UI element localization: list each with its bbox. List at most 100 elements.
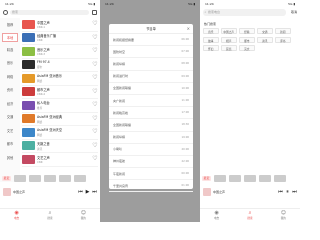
schedule-row[interactable]: 新闻纵横 08:00 [109,58,193,71]
station-row[interactable]: 经典音乐广播 CNR ♡ [22,32,98,45]
category-item[interactable]: 推荐 [0,18,20,32]
avatar-icon[interactable] [3,10,8,15]
hot-search-chip[interactable]: 经典 [239,28,255,34]
prev-icon[interactable]: ⏮ [78,189,83,195]
schedule-row[interactable]: 千里共良宵 01:00 [109,180,193,193]
schedule-row[interactable]: 神州夜航 22:00 [109,156,193,169]
station-row[interactable]: 中国之声 CNR-1 ♡ [22,18,98,32]
tab-radio[interactable]: ◉ 电台 [214,211,219,221]
tab-search[interactable]: ⌕ 搜索 [47,211,52,221]
schedule-row[interactable]: 午夜新闻 00:00 [109,168,193,181]
category-item[interactable]: 本地 [2,32,18,42]
hot-search-chip[interactable]: 音乐 [203,28,219,34]
category-item[interactable]: 交通 [0,110,20,124]
recent-item[interactable] [14,174,27,182]
hot-search-chip[interactable]: 相声 [221,36,237,43]
schedule-row[interactable]: 新闻晚高峰 17:00 [109,107,193,120]
next-icon[interactable]: ⏭ [292,189,297,195]
tab-mine[interactable]: ☺ 我的 [81,211,86,221]
favorite-heart-icon[interactable]: ♡ [92,21,98,27]
schedule-row[interactable]: 新闻纵横 19:00 [109,132,193,144]
station-logo [22,46,35,56]
favorite-heart-icon[interactable]: ♡ [92,156,98,162]
category-item[interactable]: 经济 [0,97,20,111]
hot-search-chip[interactable]: 交通 [257,28,273,34]
schedule-dialog: 节目单 × 新闻和报纸摘要 06:00 国防时空 07:00 新闻纵横 08:00 新闻进行… [109,24,193,193]
program-time: 10:00 [181,86,189,90]
program-title: 央广新闻 [113,98,126,103]
schedule-row[interactable]: 小喇叭 20:00 [109,144,193,156]
station-row[interactable]: 音乐之声 CNR-3 ♡ [22,45,98,59]
tab-search[interactable]: ⌕ 搜索 [247,211,252,221]
tab-mine[interactable]: ☺ 我的 [281,211,286,221]
station-row[interactable]: 文艺之声 CNR ♡ [22,153,98,167]
pause-icon[interactable]: ⏸ [285,189,290,195]
dialog-title: 节目单 [146,27,156,31]
station-subtitle: 网络 [37,80,43,84]
prev-icon[interactable]: ⏮ [278,189,283,195]
schedule-row[interactable]: 全国新闻联播 10:00 [109,83,193,95]
schedule-row[interactable]: 全国新闻联播 18:30 [109,119,193,132]
category-item[interactable]: 音乐 [0,56,20,70]
favorite-heart-icon[interactable]: ♡ [92,34,98,41]
hot-search-chip[interactable]: 中国之声 [221,28,237,34]
station-row[interactable]: 天籁之音 资讯 ♡ [22,140,98,153]
favorite-heart-icon[interactable]: ♡ [92,48,98,54]
history-icon[interactable] [92,10,97,15]
hot-search-chip[interactable]: 评书 [275,36,291,43]
station-row[interactable]: 私人电台 推荐 ♡ [22,99,98,113]
category-item[interactable]: 都市 [0,137,20,151]
recent-item[interactable] [74,174,87,182]
recent-item[interactable] [59,174,72,182]
recent-item[interactable] [29,174,42,182]
category-item[interactable]: 其他 [0,151,20,165]
recent-item[interactable] [244,174,257,182]
category-item[interactable]: 网络 [0,70,20,84]
program-title: 小喇叭 [113,147,123,152]
hot-search-chip[interactable]: 资讯 [257,36,273,43]
schedule-row[interactable]: 新闻进行时 09:00 [109,71,193,83]
hot-search-chip[interactable]: 英文 [239,45,255,51]
play-icon[interactable]: ▶ [85,189,90,195]
recent-item[interactable] [44,174,57,182]
recent-item[interactable] [229,174,242,182]
favorite-heart-icon[interactable]: ♡ [92,129,98,135]
station-row[interactable]: AsiaFM 亚洲音乐 网络 ♡ [22,72,98,86]
station-row[interactable]: AsiaFM 亚洲天空 网络 ♡ [22,126,98,140]
mini-player[interactable]: 中国之声 ⏮ ▶ ⏭ [0,186,100,198]
schedule-row[interactable]: 新闻和报纸摘要 06:00 [109,34,193,47]
schedule-row[interactable]: 国防时空 07:00 [109,46,193,59]
favorite-heart-icon[interactable]: ♡ [92,75,98,81]
category-item[interactable]: 资讯 [0,83,20,97]
favorite-heart-icon[interactable]: ♡ [92,115,98,122]
category-item[interactable]: 文艺 [0,124,20,138]
favorite-heart-icon[interactable]: ♡ [92,102,98,108]
hot-search-chip[interactable]: 新闻 [275,28,291,34]
station-text: FM 97.4 都市 [37,60,92,69]
station-logo [22,154,35,164]
favorite-heart-icon[interactable]: ♡ [92,61,98,68]
top-bar: 搜索 [0,8,100,17]
station-row[interactable]: 都市之声 CNR-4 ♡ [22,86,98,99]
station-row[interactable]: AsiaFM 亚洲经典 网络 ♡ [22,113,98,126]
hot-search-chip[interactable]: 怀旧 [203,45,219,51]
favorite-heart-icon[interactable]: ♡ [92,88,98,95]
recent-item[interactable] [214,174,227,182]
next-icon[interactable]: ⏭ [92,189,97,195]
hot-search-chip[interactable]: 都市 [239,36,255,43]
cancel-button[interactable]: 取消 [291,9,297,16]
hot-search-chip[interactable]: 故事 [203,36,219,43]
recent-item[interactable] [259,174,272,182]
search-input[interactable]: ⌕ 搜索电台 [203,9,286,16]
hot-search-chip[interactable]: 民谣 [221,45,237,51]
schedule-row[interactable]: 央广新闻 11:00 [109,95,193,108]
recent-item[interactable] [274,174,287,182]
close-icon[interactable]: × [187,26,190,31]
mini-player[interactable]: 中国之声 ⏮ ⏸ ⏭ [200,186,300,198]
tab-radio[interactable]: ◉ 电台 [14,211,19,221]
station-subtitle: CNR [37,160,43,164]
station-row[interactable]: FM 97.4 都市 ♡ [22,59,98,72]
category-item[interactable]: 精选 [0,43,20,57]
search-input[interactable]: 搜索 [10,10,89,15]
favorite-heart-icon[interactable]: ♡ [92,142,98,149]
